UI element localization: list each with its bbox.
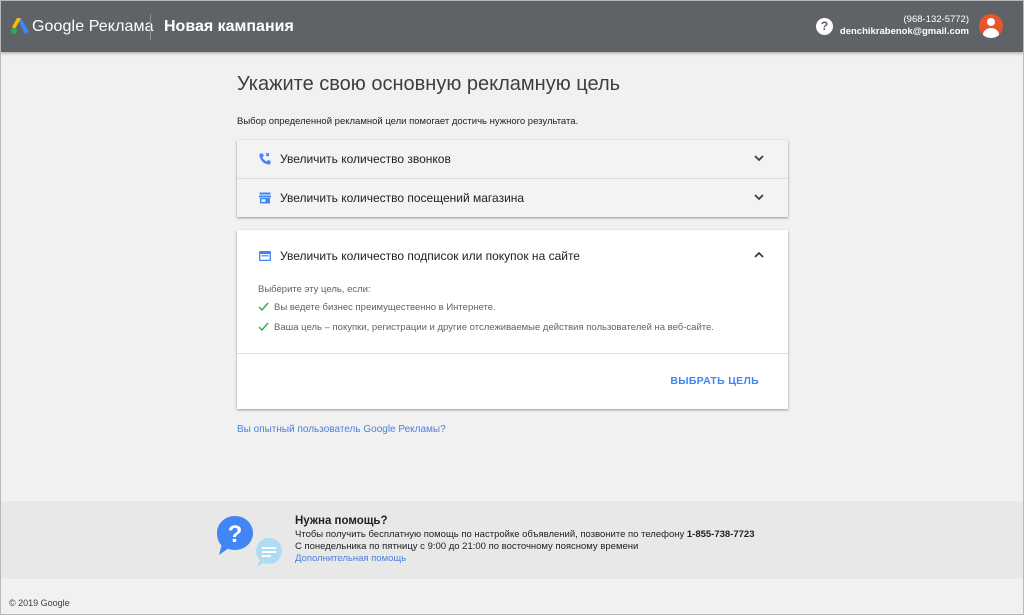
reason-text: Ваша цель – покупки, регистрации и други… bbox=[274, 322, 714, 333]
avatar-body-shape bbox=[983, 28, 999, 38]
avatar-head-shape bbox=[987, 18, 995, 26]
svg-text:?: ? bbox=[228, 521, 243, 548]
help-phone-line: Чтобы получить бесплатную помощь по наст… bbox=[295, 529, 754, 540]
top-bar: Google Реклама Новая кампания ? (968-132… bbox=[1, 1, 1023, 52]
web-page-icon bbox=[259, 251, 271, 261]
help-title: Нужна помощь? bbox=[295, 515, 388, 527]
card-divider bbox=[237, 353, 788, 354]
goal-store-visits-label: Увеличить количество посещений магазина bbox=[280, 191, 525, 205]
page-title-campaign: Новая кампания bbox=[164, 18, 294, 35]
choose-goal-if-text: Выберите эту цель, если: bbox=[258, 284, 371, 295]
help-phone-text: Чтобы получить бесплатную помощь по наст… bbox=[295, 529, 687, 540]
copyright: © 2019 Google bbox=[9, 598, 70, 608]
chevron-up-icon[interactable] bbox=[752, 248, 766, 262]
more-help-link[interactable]: Дополнительная помощь bbox=[295, 553, 406, 564]
page-heading: Укажите свою основную рекламную цель bbox=[237, 73, 621, 95]
store-icon bbox=[259, 192, 271, 204]
help-chat-icon: ? bbox=[217, 516, 282, 567]
reason-text: Вы ведете бизнес преимущественно в Интер… bbox=[274, 302, 496, 313]
goal-store-visits[interactable]: Увеличить количество посещений магазина bbox=[237, 178, 788, 217]
help-icon[interactable]: ? bbox=[816, 18, 833, 35]
account-email: denchikrabenok@gmail.com bbox=[839, 26, 969, 37]
header-divider bbox=[150, 14, 151, 40]
page-subtitle: Выбор определенной рекламной цели помога… bbox=[237, 116, 579, 127]
reason-item: Вы ведете бизнес преимущественно в Интер… bbox=[258, 301, 496, 313]
avatar[interactable] bbox=[979, 14, 1003, 38]
goal-calls-label: Увеличить количество звонков bbox=[280, 152, 451, 166]
collapsed-goals-card: Увеличить количество звонков Увеличить к… bbox=[237, 140, 788, 217]
google-ads-logo-icon[interactable] bbox=[11, 18, 29, 34]
goal-website-label: Увеличить количество подписок или покупо… bbox=[280, 249, 580, 263]
account-phone: (968-132-5772) bbox=[903, 14, 970, 25]
checkmark-icon bbox=[258, 302, 269, 312]
chevron-down-icon[interactable] bbox=[752, 151, 766, 165]
app-window: Google Реклама Новая кампания ? (968-132… bbox=[0, 0, 1024, 615]
chevron-down-icon[interactable] bbox=[752, 190, 766, 204]
expert-user-link[interactable]: Вы опытный пользователь Google Рекламы? bbox=[237, 424, 446, 435]
reason-item: Ваша цель – покупки, регистрации и други… bbox=[258, 321, 714, 333]
phone-calls-icon bbox=[259, 152, 271, 165]
checkmark-icon bbox=[258, 322, 269, 332]
goal-website-header[interactable]: Увеличить количество подписок или покупо… bbox=[237, 230, 788, 280]
select-goal-button[interactable]: ВЫБРАТЬ ЦЕЛЬ bbox=[670, 375, 759, 387]
brand-name[interactable]: Google Реклама bbox=[32, 18, 154, 36]
goal-website-card: Увеличить количество подписок или покупо… bbox=[237, 230, 788, 409]
goal-calls[interactable]: Увеличить количество звонков bbox=[237, 140, 788, 178]
help-section: ? Нужна помощь? Чтобы получить бесплатну… bbox=[1, 501, 1023, 579]
help-phone-number: 1-855-738-7723 bbox=[686, 529, 755, 540]
help-hours-line: С понедельника по пятницу с 9:00 до 21:0… bbox=[295, 541, 639, 552]
account-info[interactable]: (968-132-5772) denchikrabenok@gmail.com bbox=[840, 14, 969, 38]
